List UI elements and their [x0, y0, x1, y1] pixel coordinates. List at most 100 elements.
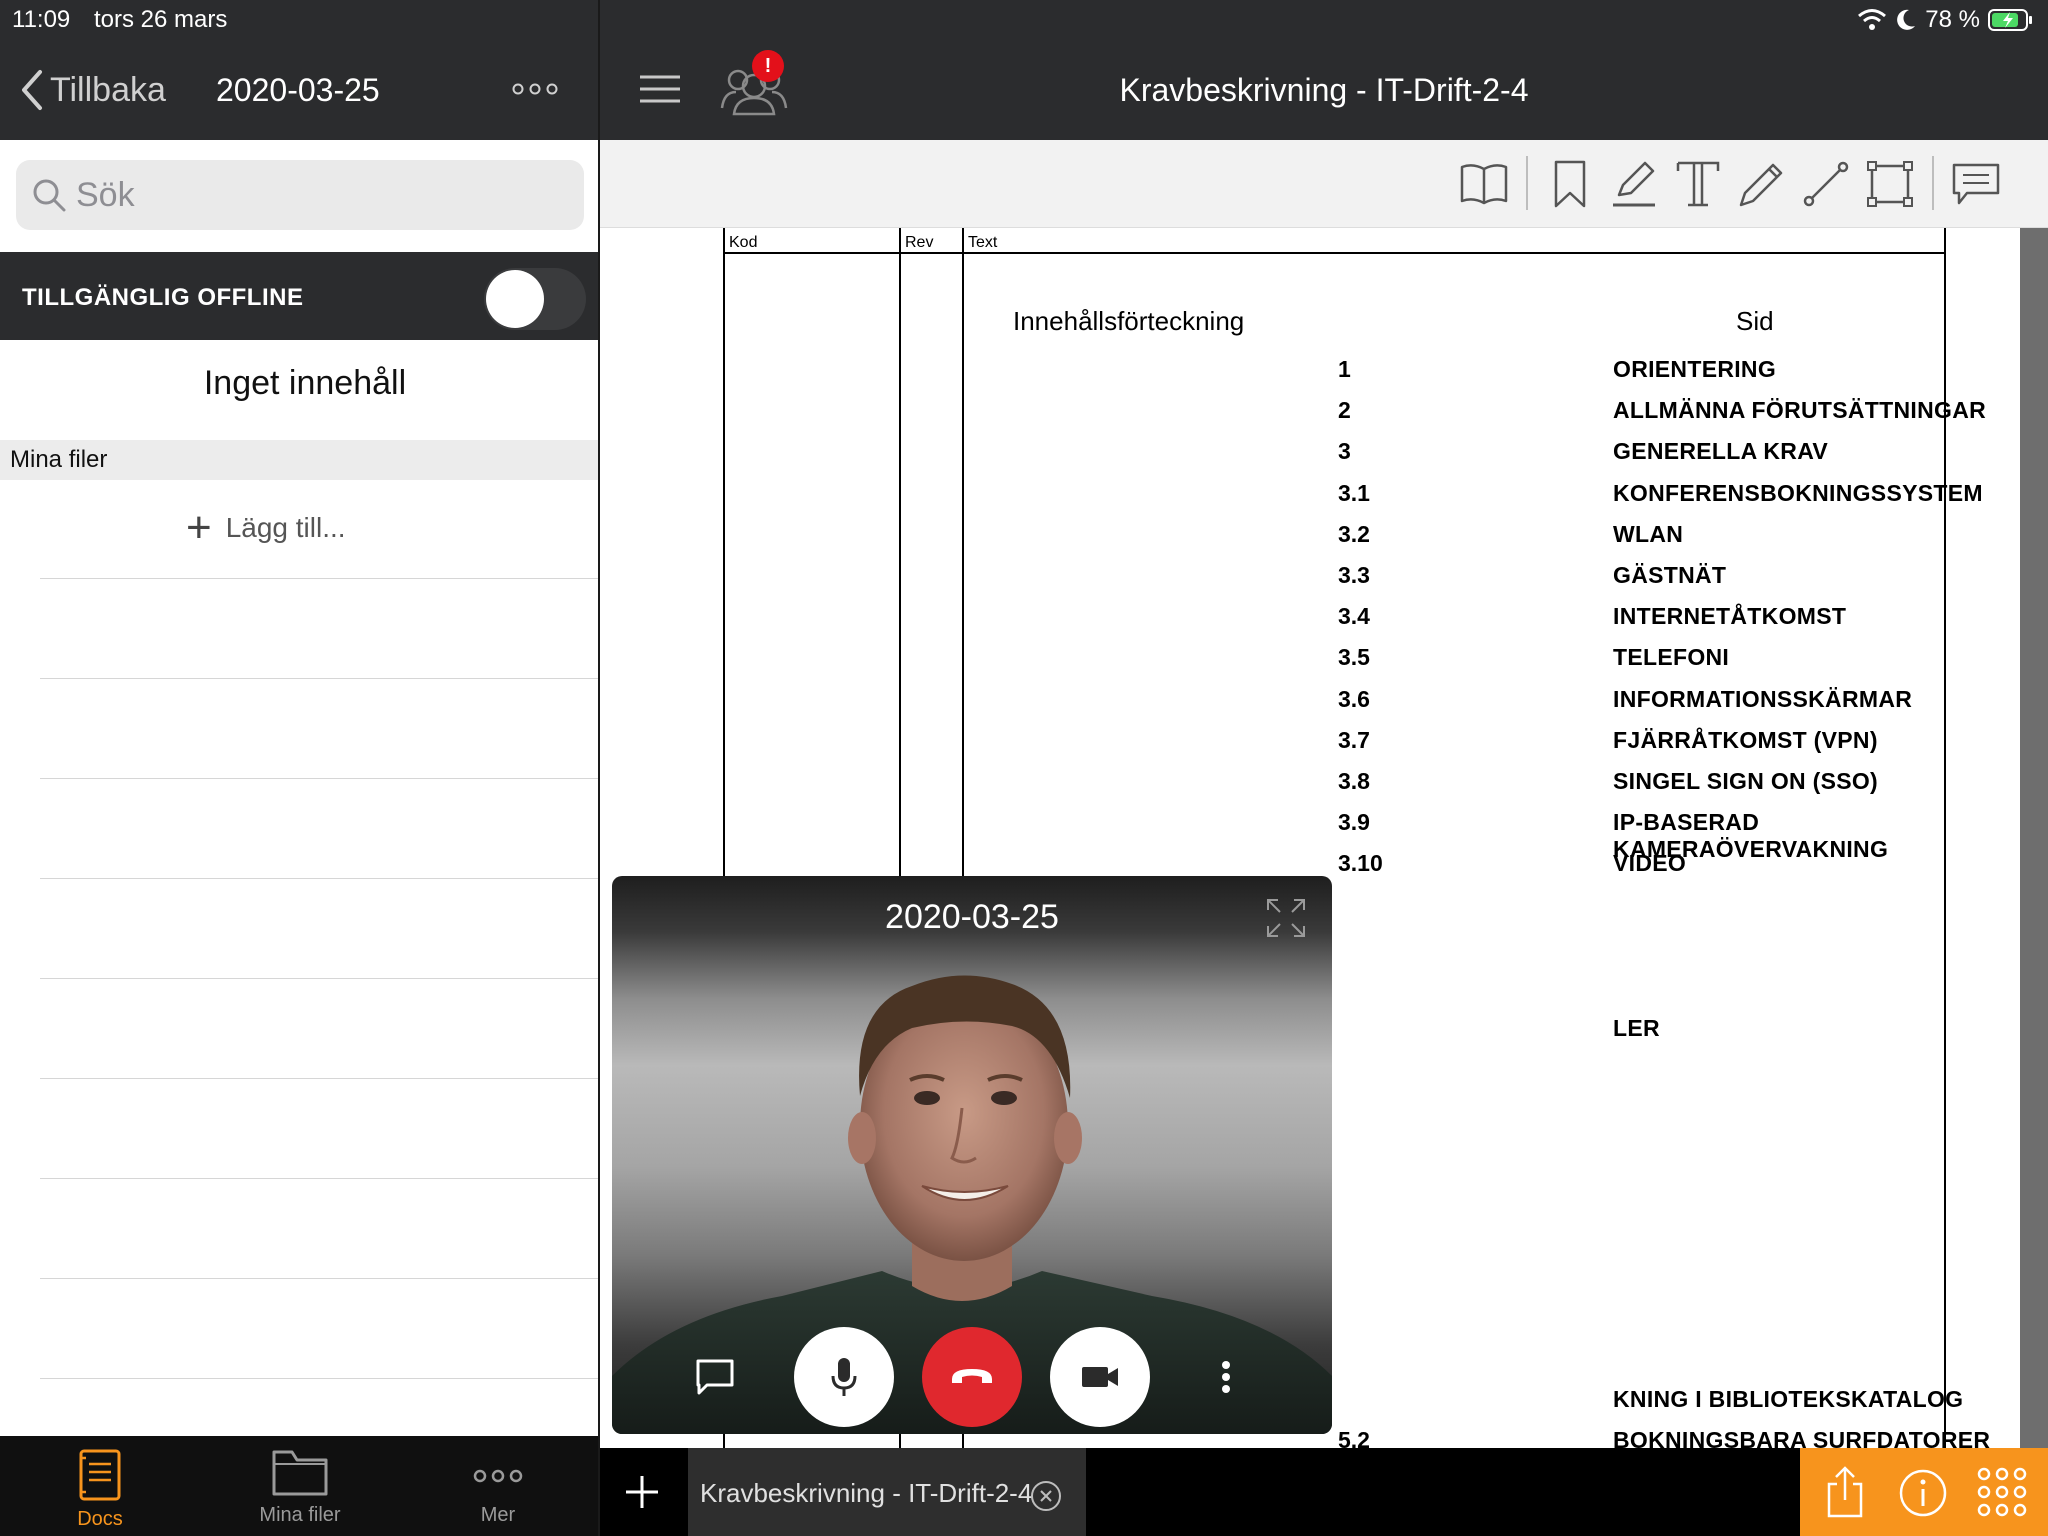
plus-icon: +	[186, 503, 212, 552]
moon-icon	[1897, 9, 1916, 30]
toc-code: 3.1	[1338, 479, 1370, 506]
search-input[interactable]: Sök	[16, 160, 584, 230]
list-separator	[40, 1178, 598, 1179]
toc-text: FJÄRRÅTKOMST (VPN)	[1613, 726, 1878, 753]
toc-code: 3.7	[1338, 726, 1370, 753]
search-placeholder: Sök	[76, 175, 135, 214]
info-button[interactable]	[1898, 1468, 1948, 1523]
column-header-kod: Kod	[729, 234, 758, 251]
tab-mer-label: Mer	[480, 1504, 516, 1526]
list-separator	[40, 578, 598, 579]
toolbar-separator	[1526, 156, 1528, 210]
toc-row: 3.6INFORMATIONSSKÄRMAR12	[600, 686, 2020, 726]
toc-code: 3.4	[1338, 603, 1370, 630]
more-options-button[interactable]	[512, 70, 558, 107]
plus-icon	[626, 1476, 658, 1508]
status-indicators: 78 %	[1857, 6, 2034, 34]
more-vertical-icon	[1222, 1361, 1230, 1393]
new-tab-button[interactable]	[620, 1470, 664, 1522]
tab-docs-label: Docs	[77, 1508, 123, 1530]
toc-code: 3.6	[1338, 685, 1370, 712]
grid-apps-icon	[1977, 1467, 2027, 1517]
bookmark-icon	[1554, 160, 1586, 208]
more-dots-icon	[473, 1469, 523, 1483]
toc-text: GÄSTNÄT	[1613, 562, 1727, 588]
toc-code: 1	[1338, 356, 1351, 382]
toc-text: INFORMATIONSSKÄRMAR	[1613, 685, 1913, 712]
toc-row: 3.8SINGEL SIGN ON (SSO)12	[600, 768, 2020, 808]
list-separator	[40, 1078, 598, 1079]
highlight-button[interactable]	[1606, 156, 1662, 212]
toc-code: 3.5	[1338, 644, 1370, 671]
toc-row: 3.2WLAN11	[600, 521, 2020, 561]
line-tool-button[interactable]	[1798, 156, 1854, 212]
toc-row: 3.4INTERNETÅTKOMST12	[600, 603, 2020, 643]
toc-row: 2ALLMÄNNA FÖRUTSÄTTNINGAR4	[600, 397, 2020, 437]
left-panel	[0, 0, 598, 1536]
hang-up-icon	[952, 1369, 992, 1383]
more-dots-icon	[512, 83, 558, 95]
list-separator	[40, 1378, 598, 1379]
line-tool-icon	[1803, 161, 1849, 207]
call-chat-button[interactable]	[690, 1352, 740, 1402]
tab-mer[interactable]: Mer	[418, 1448, 578, 1527]
toggle-knob[interactable]	[486, 270, 544, 328]
status-date: tors 26 mars	[94, 6, 228, 33]
camera-toggle-button[interactable]	[1050, 1327, 1150, 1427]
pencil-icon	[1739, 163, 1783, 207]
rectangle-tool-icon	[1867, 161, 1913, 207]
add-file-button[interactable]: + Lägg till...	[186, 503, 346, 552]
toc-text: BOKNINGSBARA SURFDATORER	[1613, 1427, 1991, 1448]
toc-row: 3.9IP-BASERAD KAMERAÖVERVAKNING12	[600, 809, 2020, 862]
chevron-left-icon	[22, 70, 42, 110]
fullscreen-button[interactable]	[1264, 896, 1308, 945]
mute-button[interactable]	[794, 1327, 894, 1427]
share-button[interactable]	[1826, 1464, 1864, 1523]
battery-icon	[1988, 9, 2032, 31]
toc-row: 3.7FJÄRRÅTKOMST (VPN)12	[600, 727, 2020, 767]
tab-docs[interactable]: Docs	[20, 1448, 180, 1531]
call-more-button[interactable]	[1206, 1352, 1246, 1402]
microphone-icon	[831, 1358, 857, 1396]
back-button[interactable]: Tillbaka	[20, 66, 166, 114]
toc-code: 5.2	[1338, 1427, 1370, 1448]
comment-icon	[1952, 163, 2000, 205]
toc-code: 2	[1338, 397, 1351, 424]
expand-icon	[1267, 899, 1305, 937]
comment-button[interactable]	[1948, 156, 2004, 212]
apps-button[interactable]	[1976, 1466, 2028, 1523]
text-tool-button[interactable]	[1670, 156, 1726, 212]
toc-text: WLAN	[1613, 520, 1684, 547]
toc-text: VIDEO	[1613, 850, 1687, 877]
docs-icon	[79, 1449, 121, 1501]
tab-mina-filer[interactable]: Mina filer	[220, 1448, 380, 1527]
info-icon	[1899, 1469, 1947, 1517]
rectangle-tool-button[interactable]	[1862, 156, 1918, 212]
toc-text: KONFERENSBOKNINGSSYSTEM	[1613, 479, 1983, 506]
document-title: Kravbeskrivning - IT-Drift-2-4	[1119, 72, 1529, 108]
offline-label: TILLGÄNGLIG OFFLINE	[22, 284, 304, 311]
back-label: Tillbaka	[50, 70, 166, 109]
bookmark-button[interactable]	[1542, 156, 1598, 212]
toc-row: 1ORIENTERING3	[600, 356, 2020, 396]
reading-mode-button[interactable]	[1456, 156, 1512, 212]
pencil-button[interactable]	[1734, 156, 1790, 212]
toc-code: 3.2	[1338, 520, 1370, 547]
book-icon	[1460, 164, 1508, 205]
toc-code: 3.8	[1338, 768, 1370, 794]
column-header-text: Text	[968, 234, 998, 251]
empty-message: Inget innehåll	[203, 364, 407, 402]
add-label: Lägg till...	[225, 512, 346, 543]
table-header-line	[724, 252, 1946, 254]
toc-page-header: Sid	[1736, 306, 1774, 336]
toc-code: 3.10	[1338, 850, 1383, 877]
toc-text: SINGEL SIGN ON (SSO)	[1613, 768, 1878, 794]
toc-text: LER	[1613, 1015, 1660, 1042]
document-scrollbar[interactable]	[2020, 228, 2048, 1448]
toc-text: INTERNETÅTKOMST	[1613, 603, 1847, 630]
hang-up-button[interactable]	[922, 1327, 1022, 1427]
list-separator	[40, 678, 598, 679]
close-tab-button[interactable]	[1030, 1480, 1062, 1517]
toc-code: 3	[1338, 438, 1351, 465]
camera-icon	[1082, 1367, 1118, 1387]
